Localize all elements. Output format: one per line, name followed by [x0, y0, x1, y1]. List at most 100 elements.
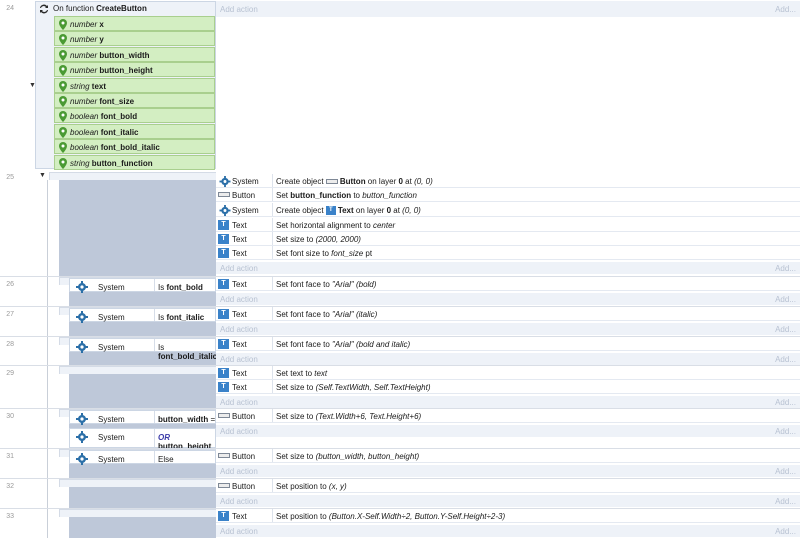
- function-actions[interactable]: Add action Add...: [216, 1, 800, 17]
- action-row[interactable]: T Text Set size to (Self.TextWidth, Self.T…: [216, 380, 800, 394]
- condition-row[interactable]: System Is font_bold: [69, 278, 216, 293]
- action-row[interactable]: Button Set button_function to button_fun…: [216, 188, 800, 202]
- function-parameter[interactable]: boolean font_italic: [54, 123, 215, 139]
- function-parameter[interactable]: number x: [54, 16, 215, 31]
- line-number-25: 25: [6, 174, 14, 181]
- add-action-link[interactable]: Add action: [220, 398, 258, 407]
- gear-icon: [76, 453, 88, 465]
- action-object: Button: [232, 452, 256, 461]
- gear-icon: [76, 281, 88, 293]
- function-header-prefix: On function: [53, 4, 94, 13]
- add-action-link[interactable]: Add action: [220, 427, 258, 436]
- function-header[interactable]: On function CreateButton: [53, 4, 147, 13]
- action-row[interactable]: T Text Set font size to font_size pt: [216, 246, 800, 260]
- event-bar-29[interactable]: [59, 366, 216, 374]
- function-parameter[interactable]: string button_function: [54, 154, 215, 170]
- condition-row[interactable]: System Else: [69, 450, 216, 465]
- add-action-row[interactable]: Add action Add...: [216, 262, 800, 274]
- action-object: Text: [232, 280, 247, 289]
- line-number-24: 24: [6, 5, 14, 12]
- action-object: Button: [232, 191, 256, 200]
- action-row[interactable]: Button Set position to (x, y): [216, 479, 800, 493]
- add-action-link[interactable]: Add action: [220, 355, 258, 364]
- condition-row[interactable]: System Is font_italic: [69, 308, 216, 323]
- action-row[interactable]: T Text Set size to (2000, 2000): [216, 232, 800, 246]
- add-action-link[interactable]: Add action: [220, 264, 258, 273]
- action-text: Set font size to font_size pt: [276, 249, 373, 258]
- add-action-row[interactable]: Add action Add...: [216, 425, 800, 437]
- add-action-link[interactable]: Add action: [220, 295, 258, 304]
- condition-object: System: [98, 433, 125, 442]
- add-action-row[interactable]: Add action Add...: [216, 495, 800, 507]
- action-row[interactable]: T Text Set font face to "Arial" (bold): [216, 277, 800, 291]
- action-row[interactable]: T Text Set horizontal alignment to cente…: [216, 218, 800, 232]
- action-row[interactable]: T Text Set font face to "Arial" (italic): [216, 307, 800, 321]
- action-row[interactable]: Button Set size to (button_width, button_…: [216, 449, 800, 463]
- add-action-row[interactable]: Add action Add...: [216, 293, 800, 305]
- text-object-icon: T: [218, 220, 229, 230]
- add-more-link[interactable]: Add...: [775, 355, 796, 364]
- add-more-link[interactable]: Add...: [775, 264, 796, 273]
- add-action-link[interactable]: Add action: [220, 467, 258, 476]
- add-action-row[interactable]: Add action Add...: [216, 323, 800, 335]
- text-object-icon: T: [218, 382, 229, 392]
- add-more-link[interactable]: Add...: [775, 295, 796, 304]
- action-text: Set position to (Button.X-Self.Width÷2, …: [276, 512, 506, 521]
- function-parameter[interactable]: number y: [54, 31, 215, 47]
- action-row[interactable]: T Text Set text to text: [216, 366, 800, 380]
- condition-row[interactable]: SystemOR button_height= 0: [69, 428, 216, 460]
- condition-object: System: [98, 343, 125, 352]
- parameter-pin-icon: [59, 126, 67, 138]
- function-parameter[interactable]: boolean font_bold: [54, 108, 215, 124]
- action-row[interactable]: System Create object T Text on layer 0 at…: [216, 203, 800, 217]
- parameter-pin-icon: [59, 111, 67, 123]
- add-action-link[interactable]: Add action: [220, 5, 258, 14]
- add-action-link[interactable]: Add action: [220, 325, 258, 334]
- action-row[interactable]: Button Set size to (Text.Width+6, Text.He…: [216, 409, 800, 423]
- event-bar-25[interactable]: [49, 172, 216, 180]
- add-action-row[interactable]: Add action Add...: [216, 353, 800, 365]
- function-parameter[interactable]: number font_size: [54, 93, 215, 108]
- function-parameter[interactable]: string text: [54, 77, 215, 93]
- add-more-link[interactable]: Add...: [775, 5, 796, 14]
- button-object-icon: [218, 453, 230, 458]
- condition-panel-32[interactable]: [69, 487, 216, 508]
- action-object: Text: [232, 340, 247, 349]
- line-number-31: 31: [6, 453, 14, 460]
- action-object: Button: [232, 482, 256, 491]
- add-action-row[interactable]: Add action Add...: [216, 396, 800, 408]
- gear-icon: [219, 205, 231, 216]
- add-more-link[interactable]: Add...: [775, 427, 796, 436]
- collapse-toggle-25[interactable]: ▼: [39, 172, 46, 179]
- function-parameter[interactable]: boolean font_bold_italic: [54, 139, 215, 155]
- function-parameter[interactable]: number button_height: [54, 62, 215, 78]
- add-more-link[interactable]: Add...: [775, 467, 796, 476]
- parameter-text: number button_width: [70, 50, 150, 60]
- add-action-row[interactable]: Add action Add...: [216, 465, 800, 477]
- condition-text: Is font_bold_italic: [158, 343, 218, 361]
- add-more-link[interactable]: Add...: [775, 497, 796, 506]
- event-bar-33[interactable]: [59, 509, 216, 517]
- add-more-link[interactable]: Add...: [775, 398, 796, 407]
- action-object: Text: [232, 249, 247, 258]
- function-name: CreateButton: [96, 4, 147, 13]
- parameter-text: boolean font_bold_italic: [70, 143, 160, 153]
- condition-row[interactable]: System button_width = 0: [69, 410, 222, 425]
- add-action-link[interactable]: Add action: [220, 527, 258, 536]
- function-parameter[interactable]: number button_width: [54, 46, 215, 62]
- action-row[interactable]: T Text Set font face to "Arial" (bold and …: [216, 337, 800, 351]
- condition-panel-33[interactable]: [69, 517, 216, 538]
- condition-panel-29[interactable]: [69, 374, 216, 408]
- action-object: Text: [232, 235, 247, 244]
- condition-row[interactable]: System Is font_bold_italic: [69, 338, 217, 361]
- action-row[interactable]: System Create object Button on layer 0 a…: [216, 174, 800, 188]
- line-number-33: 33: [6, 513, 14, 520]
- condition-panel-25[interactable]: [59, 180, 216, 276]
- action-row[interactable]: T Text Set position to (Button.X-Self.Widt…: [216, 509, 800, 523]
- add-action-row[interactable]: Add action Add...: [216, 525, 800, 537]
- add-action-link[interactable]: Add action: [220, 497, 258, 506]
- event-bar-32[interactable]: [59, 479, 216, 487]
- add-more-link[interactable]: Add...: [775, 527, 796, 536]
- add-more-link[interactable]: Add...: [775, 325, 796, 334]
- gear-icon: [219, 176, 231, 187]
